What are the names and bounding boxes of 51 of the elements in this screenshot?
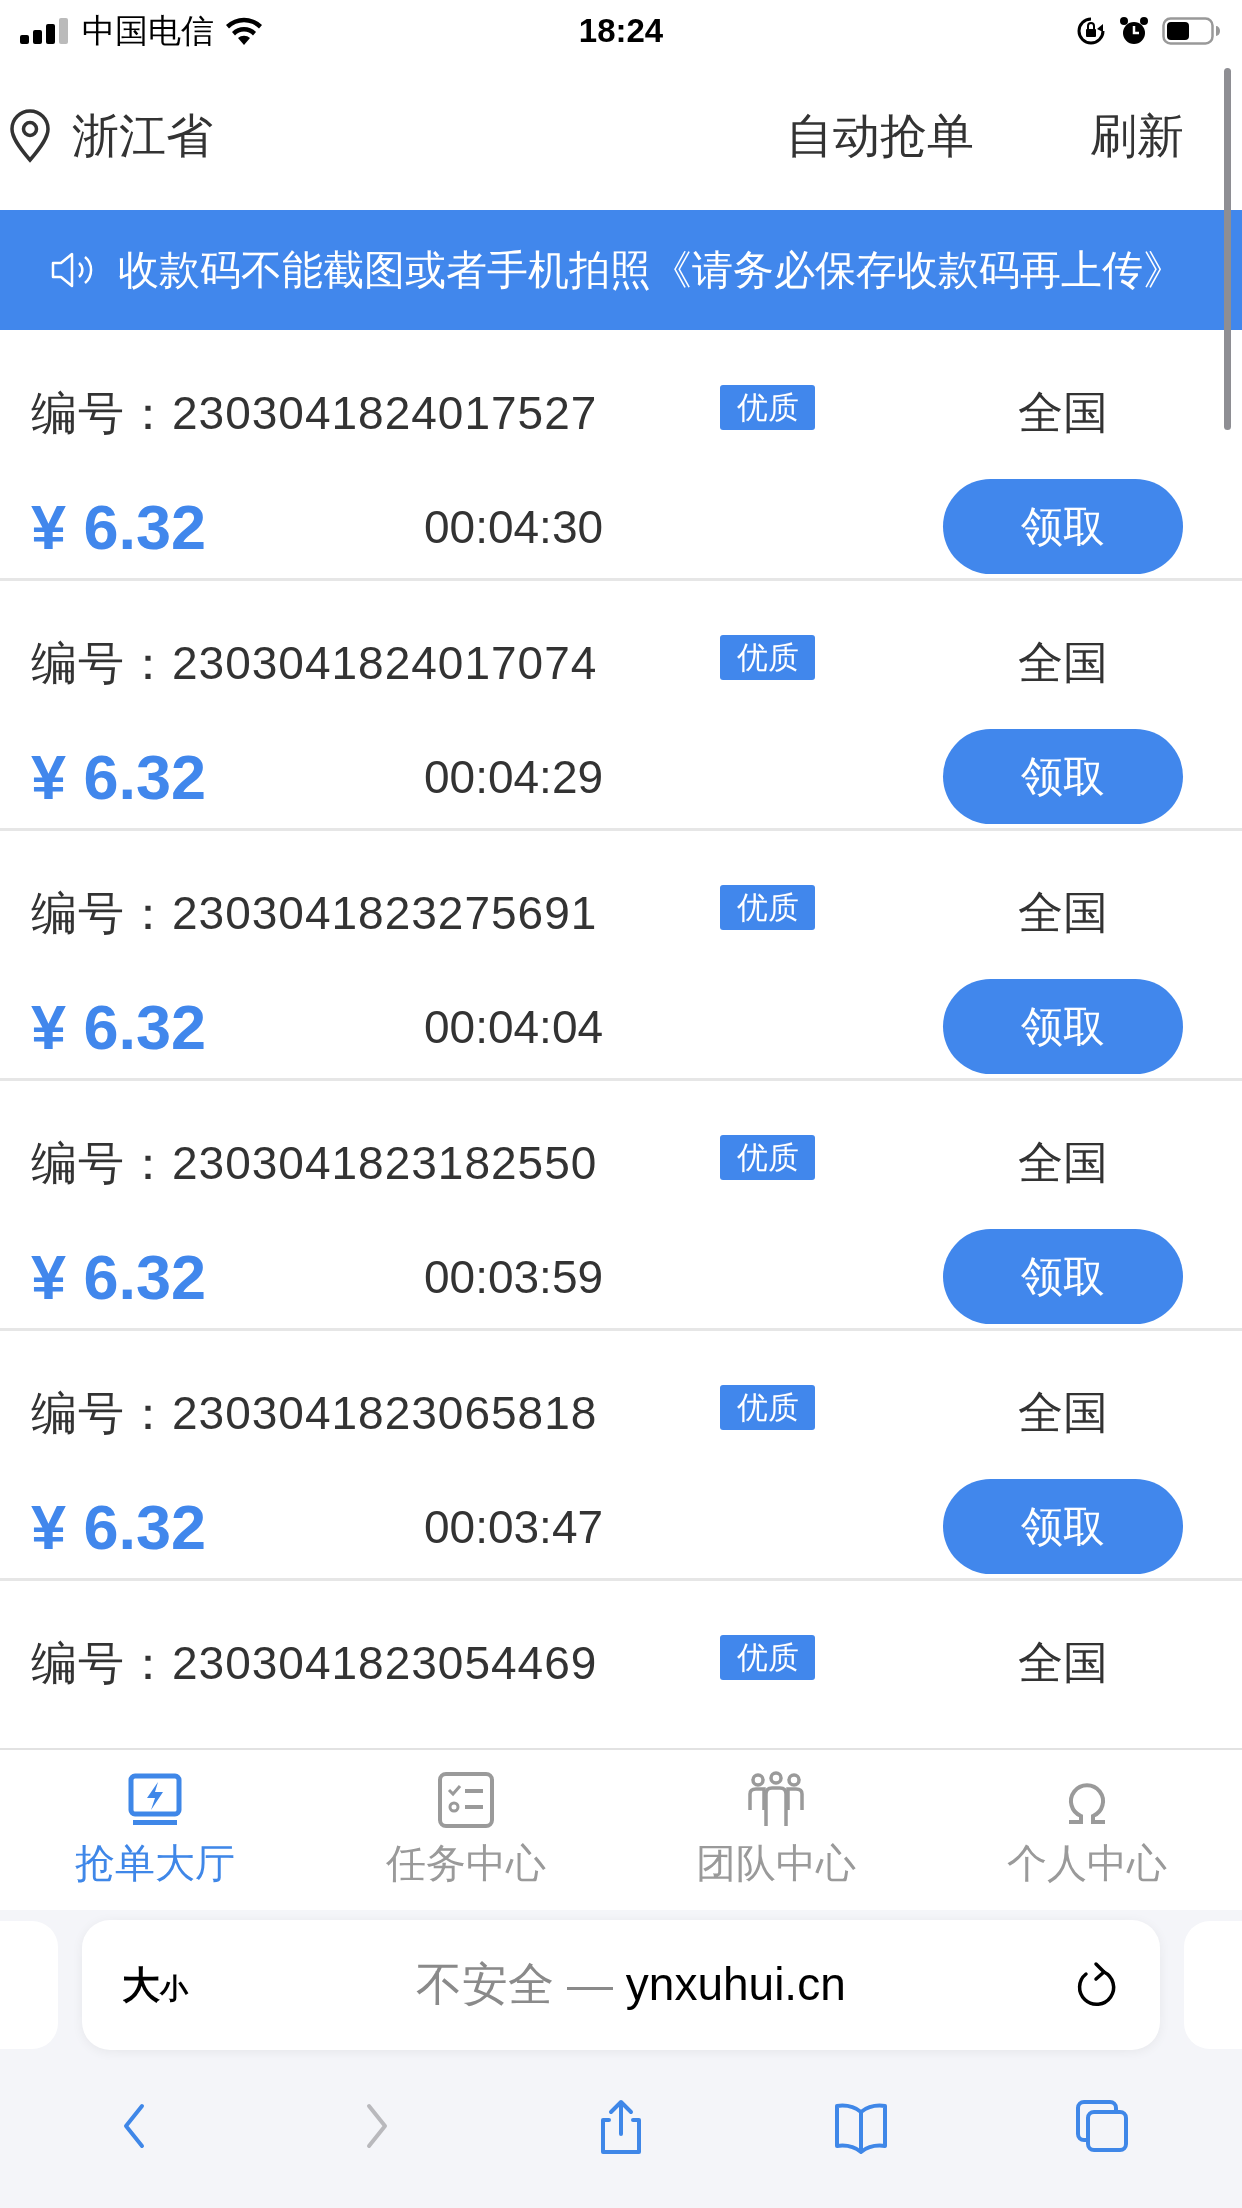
claim-button[interactable]: 领取 xyxy=(943,1479,1183,1574)
region-text: 全国 xyxy=(1018,636,1108,690)
claim-button[interactable]: 领取 xyxy=(943,479,1183,574)
price-text: ¥ 6.32 xyxy=(31,740,207,813)
nav-tab[interactable]: 抢单大厅 xyxy=(0,1750,311,1910)
countdown-time: 00:03:59 xyxy=(424,1249,604,1304)
countdown-time: 00:04:30 xyxy=(424,499,604,554)
address-bar[interactable]: 大小 不安全 — ynxuhui.cn xyxy=(82,1920,1160,2050)
region-text: 全国 xyxy=(1018,1136,1108,1190)
location-text[interactable]: 浙江省 xyxy=(72,104,213,168)
notice-text: 收款码不能截图或者手机拍照《请务必保存收款码再上传》 xyxy=(118,245,1184,295)
nav-tab[interactable]: 任务中心 xyxy=(310,1750,621,1910)
order-number: 编号：2303041824017074 xyxy=(31,636,599,691)
region-text: 全国 xyxy=(1018,1636,1108,1690)
nav-tab[interactable]: 团队中心 xyxy=(621,1750,932,1910)
quality-tag: 优质 xyxy=(720,1635,815,1680)
text-size-button[interactable]: 大小 xyxy=(122,1959,188,2011)
wifi-icon xyxy=(224,16,264,46)
price-text: ¥ 6.32 xyxy=(31,990,207,1063)
claim-button[interactable]: 领取 xyxy=(943,979,1183,1074)
rotation-lock-icon xyxy=(1076,16,1106,46)
quality-tag: 优质 xyxy=(720,385,815,430)
price-text: ¥ 6.32 xyxy=(31,490,207,563)
clock-time: 18:24 xyxy=(578,12,664,50)
header-action-link[interactable]: 自动抢单 xyxy=(786,104,974,168)
header-action-link[interactable]: 刷新 xyxy=(1090,104,1184,168)
region-text: 全国 xyxy=(1018,1386,1108,1440)
quality-tag: 优质 xyxy=(720,885,815,930)
carrier-name: 中国电信 xyxy=(82,10,214,51)
region-text: 全国 xyxy=(1018,886,1108,940)
order-number: 编号：2303041823182550 xyxy=(31,1136,599,1191)
claim-button[interactable]: 领取 xyxy=(943,1229,1183,1324)
battery-icon xyxy=(1162,17,1220,45)
order-number: 编号：2303041823054469 xyxy=(31,1636,599,1691)
quality-tag: 优质 xyxy=(720,1385,815,1430)
quality-tag: 优质 xyxy=(720,1135,815,1180)
price-text: ¥ 6.32 xyxy=(31,1490,207,1563)
quality-tag: 优质 xyxy=(720,635,815,680)
alarm-icon xyxy=(1118,15,1150,47)
order-number: 编号：2303041823275691 xyxy=(31,886,599,941)
countdown-time: 00:03:47 xyxy=(424,1499,604,1554)
location-pin-icon xyxy=(8,109,52,163)
countdown-time: 00:04:29 xyxy=(424,749,604,804)
order-number: 编号：2303041823065818 xyxy=(31,1386,599,1441)
order-number: 编号：2303041824017527 xyxy=(31,386,599,441)
countdown-time: 00:04:04 xyxy=(424,999,604,1054)
claim-button[interactable]: 领取 xyxy=(943,729,1183,824)
url-text: 不安全 — ynxuhui.cn xyxy=(416,1957,846,2012)
region-text: 全国 xyxy=(1018,386,1108,440)
price-text: ¥ 6.32 xyxy=(31,1240,207,1313)
nav-tab[interactable]: 个人中心 xyxy=(931,1750,1242,1910)
